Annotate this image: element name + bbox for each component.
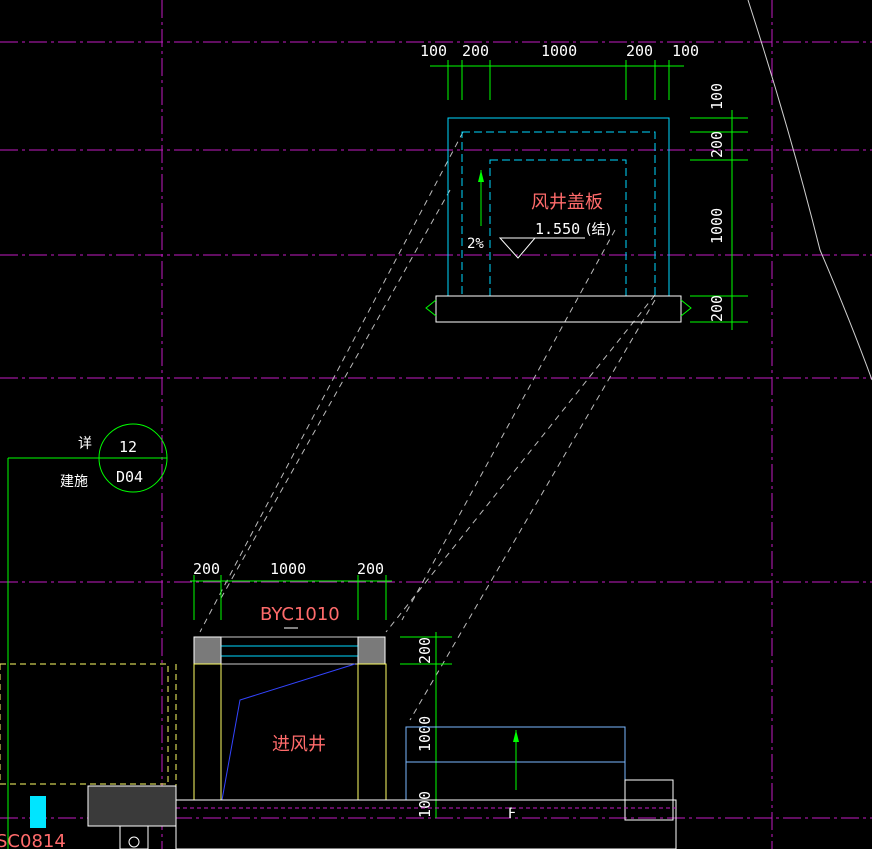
callout-number: 12 [119,438,137,456]
callout-sheet: D04 [116,468,143,486]
dim-top-2: 200 [462,42,489,60]
bottom-detail: 200 1000 200 BYC1010 进风井 200 1000 100 F … [0,560,677,849]
dim-vert-4: 200 [708,295,726,322]
projection-lines [199,131,656,721]
dim-bot-1: 200 [193,560,220,578]
dim-bot-2: 1000 [270,560,306,578]
site-boundary-curve [747,0,872,381]
dim-bot-vert-2: 1000 [416,716,434,752]
cover-label: 风井盖板 [531,192,603,213]
dim-vert-3: 1000 [708,208,726,244]
cad-drawing-canvas: 100 200 1000 200 100 2% 风井盖板 1.550 (结) 1… [0,0,872,849]
dim-top-3: 1000 [541,42,577,60]
callout-sheet-type: 建施 [60,474,88,490]
dim-top-4: 200 [626,42,653,60]
dim-vert-2: 200 [708,131,726,158]
detail-callout: 详 建施 12 D04 [7,423,168,849]
dim-vert-1: 100 [708,83,726,110]
slope-label: 2% [467,236,484,252]
shaft-label: 进风井 [272,734,326,755]
dim-bot-vert-3: 100 [416,791,434,818]
partial-tag: SC0814 [0,831,66,849]
dim-top-5: 100 [672,42,699,60]
top-detail: 100 200 1000 200 100 2% 风井盖板 1.550 (结) 1… [420,42,748,330]
dim-top-1: 100 [420,42,447,60]
dim-bot-3: 200 [357,560,384,578]
window-tag: BYC1010 [260,604,340,625]
elevation-value: 1.550 [535,220,580,238]
elevation-note: (结) [586,222,611,238]
callout-see: 详 [78,436,92,452]
dim-bot-vert-1: 200 [416,637,434,664]
